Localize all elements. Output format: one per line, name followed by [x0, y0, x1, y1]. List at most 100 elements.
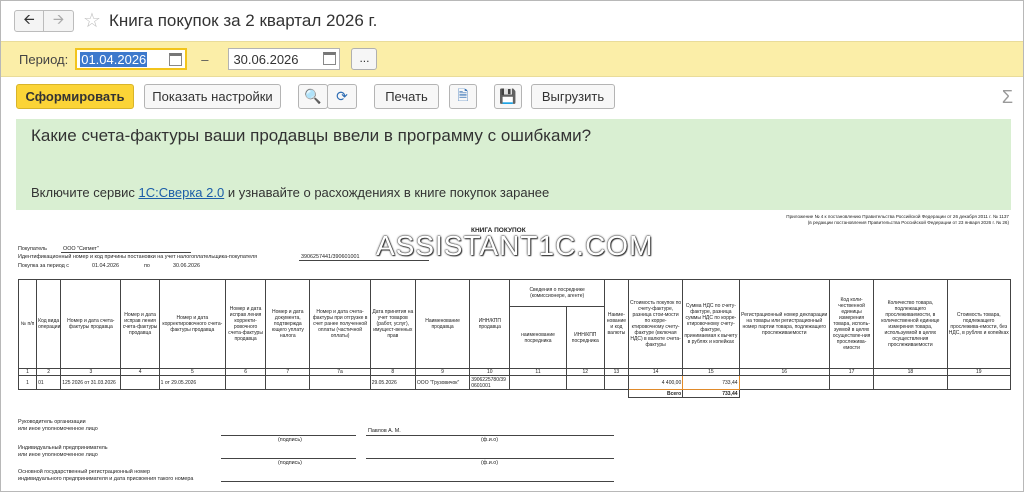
- col-number: 6: [224, 368, 267, 376]
- banner-text-after: и узнавайте о расхождениях в книге покуп…: [224, 185, 550, 200]
- col-number: 17: [828, 368, 875, 376]
- header-cell: Номер и дата исправ ления корректи-ровоч…: [224, 279, 267, 369]
- header-cell: Номер и дата корректировочного счета-фак…: [158, 279, 227, 369]
- title-bar: 🡨 🡪 ☆ Книга покупок за 2 квартал 2026 г.: [1, 1, 1023, 41]
- row-code: 01: [36, 375, 62, 390]
- col-number: 8: [369, 368, 416, 376]
- col-number: 14: [627, 368, 684, 376]
- header-cell: Номер и дата счета-фактуры при отгрузке …: [309, 279, 371, 369]
- col-number: 12: [565, 368, 605, 376]
- appendix-line-2: (в редакции постановления Правительства …: [807, 220, 1009, 225]
- col-number: 15: [682, 368, 740, 376]
- purchase-table: № п/п Код вида операции Номер и дата сче…: [17, 279, 1011, 398]
- fio-caption: (ф.и.о): [481, 437, 499, 443]
- save-button[interactable]: 💾: [494, 84, 522, 109]
- row-seller: ООО "Грузовичок": [414, 375, 471, 390]
- column-numbers-row: 1 2 3 4 5 6 7 7а 8 9 10 11 12 13 14 15 1…: [17, 368, 1011, 376]
- header-cell: Код коли-чественной единицы измерения то…: [828, 279, 875, 369]
- header-row-1: № п/п Код вида операции Номер и дата сче…: [17, 279, 1011, 369]
- generate-button[interactable]: Сформировать: [16, 84, 134, 109]
- total-label: Всего: [627, 389, 684, 398]
- header-cell: Номер и дата документа, подтвержда ющего…: [265, 279, 311, 369]
- header-cell: ИНН/КПП посредника: [565, 306, 605, 369]
- sign-head-label: Руководитель организации: [18, 419, 86, 425]
- reg-label: Основной государственный регистрационный…: [18, 469, 150, 475]
- report-period-to: 30.06.2026: [173, 263, 200, 269]
- row-accept-date: 29.05.2026: [369, 375, 416, 390]
- col-number: 13: [603, 368, 629, 376]
- print-preview-icon: 🗎: [457, 86, 469, 103]
- arrow-left-icon: 🡨: [23, 11, 35, 27]
- col-number: 2: [36, 368, 62, 376]
- arrow-right-icon: 🡪: [52, 11, 65, 27]
- search-icon: 🔍: [304, 88, 322, 104]
- preview-button[interactable]: 🗎: [449, 84, 477, 109]
- toolbar: Сформировать Показать настройки 🔍 ⟳ Печа…: [1, 77, 1023, 117]
- period-select-button[interactable]: ...: [351, 48, 378, 70]
- header-cell: Стоимость покупок по счету-фактуре, разн…: [627, 279, 684, 369]
- period-from-input[interactable]: 01.04.2026: [75, 48, 188, 70]
- print-button[interactable]: Печать: [374, 84, 439, 109]
- col-number: 11: [509, 368, 567, 376]
- report-period-to-label: по: [144, 263, 150, 269]
- header-cell: Наиме-нование и код валюты: [603, 279, 629, 369]
- promo-banner: Какие счета-фактуры ваши продавцы ввели …: [16, 119, 1011, 210]
- sverka-link[interactable]: 1С:Сверка 2.0: [138, 185, 224, 200]
- period-from-label: Покупка за период с: [18, 263, 69, 269]
- header-cell: Сумма НДС по счету-фактуре, разница сумм…: [682, 279, 740, 369]
- banner-question: Какие счета-фактуры ваши продавцы ввели …: [31, 126, 592, 145]
- col-number: 10: [469, 368, 511, 376]
- search-refresh-icon: ⟳: [336, 88, 348, 104]
- show-settings-button[interactable]: Показать настройки: [144, 84, 281, 109]
- search-button[interactable]: 🔍: [298, 84, 328, 109]
- header-cell: Код вида операции: [36, 279, 62, 369]
- save-icon: 💾: [499, 88, 517, 104]
- appendix-line-1: Приложение № 4 к постановлению Правитель…: [786, 214, 1009, 219]
- row-seller-inn: 3906225780/390601001: [469, 375, 511, 390]
- col-number: 19: [946, 368, 1011, 376]
- window: 🡨 🡪 ☆ Книга покупок за 2 квартал 2026 г.…: [0, 0, 1024, 492]
- signature-caption: (подпись): [278, 460, 302, 466]
- sum-icon[interactable]: Σ: [1002, 87, 1013, 108]
- row-number: 1: [17, 375, 38, 390]
- calendar-icon[interactable]: [323, 52, 337, 65]
- star-icon[interactable]: ☆: [83, 11, 101, 31]
- header-cell: Номер и дата счета-фактуры продавца: [60, 279, 122, 369]
- col-number: 9: [414, 368, 471, 376]
- header-cell: Регистрационный номер декларации на това…: [738, 279, 830, 369]
- export-button[interactable]: Выгрузить: [531, 84, 615, 109]
- header-cell: Стоимость товара, подлежащего прослежива…: [946, 279, 1011, 369]
- period-label: Период:: [19, 51, 69, 67]
- period-from-value: 01.04.2026: [80, 52, 148, 67]
- row-cost[interactable]: 4 400,00: [627, 375, 684, 390]
- banner-text-before: Включите сервис: [31, 185, 139, 200]
- fio-caption: (ф.и.о): [481, 460, 499, 466]
- ip-label-2: или иное уполномоченное лицо: [18, 452, 98, 458]
- period-to-input[interactable]: 30.06.2026: [228, 48, 341, 70]
- col-number: 16: [738, 368, 830, 376]
- forward-button[interactable]: 🡪: [44, 10, 74, 32]
- sign-head-label-2: или иное уполномоченное лицо: [18, 426, 98, 432]
- back-button[interactable]: 🡨: [14, 10, 44, 32]
- col-number: 5: [158, 368, 227, 376]
- row-invoice: 125 2026 от 31.03.2026: [60, 375, 122, 390]
- row-payment: 1 от 29.05.2026: [158, 375, 227, 390]
- table-row[interactable]: 1 01 125 2026 от 31.03.2026 1 от 29.05.2…: [17, 375, 1011, 390]
- header-cell: ИНН/КПП продавца: [469, 279, 511, 369]
- ip-label: Индивидуальный предприниматель: [18, 445, 108, 451]
- search-refresh-button[interactable]: ⟳: [327, 84, 357, 109]
- col-number: 4: [120, 368, 160, 376]
- header-cell: Количество товара, подлежащего прослежив…: [873, 279, 948, 369]
- period-to-value: 30.06.2026: [233, 52, 299, 67]
- col-number: 1: [17, 368, 38, 376]
- total-vat: 733,44: [682, 389, 740, 398]
- calendar-icon[interactable]: [169, 53, 183, 66]
- row-vat[interactable]: 733,44: [682, 375, 740, 390]
- watermark: ASSISTANT1C.COM: [376, 230, 654, 261]
- buyer-label: Покупатель: [18, 246, 47, 252]
- col-number: 3: [60, 368, 122, 376]
- header-cell: Наименование продавца: [414, 279, 471, 369]
- inn-label: Идентификационный номер и код причины по…: [18, 254, 258, 260]
- banner-text: Включите сервис 1С:Сверка 2.0 и узнавайт…: [31, 185, 549, 200]
- header-cell: наименование посредника: [509, 306, 567, 369]
